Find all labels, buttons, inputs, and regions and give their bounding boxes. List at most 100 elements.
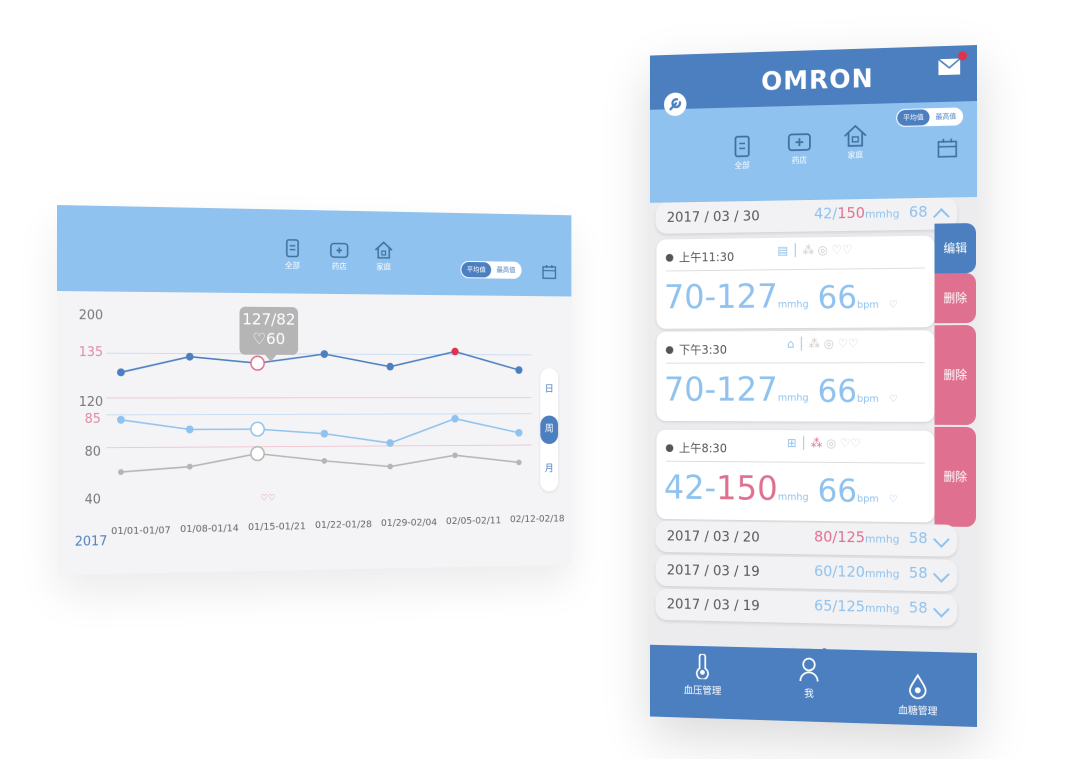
heart-icon: ♡ (888, 299, 898, 311)
day-date: 2017 / 03 / 19 (666, 562, 760, 580)
home-icon (843, 124, 868, 148)
cuff-icon: ◎ (823, 336, 834, 351)
phone-category-home[interactable]: 家庭 (836, 124, 875, 161)
reading-entry[interactable]: 下午3:30 ⌂ │ ⁂ ◎ ♡♡ 70-127mmhg 66bpm ♡ (656, 330, 935, 422)
day-header-collapsed[interactable]: 2017 / 03 / 19 65/125mmhg 58 (655, 588, 958, 627)
day-header-expanded[interactable]: 2017 / 03 / 30 42/150mmhg 68 (655, 197, 958, 234)
data-point-s1-2[interactable] (251, 422, 264, 436)
entry-icons: ⌂ │ ⁂ ◎ ♡♡ (786, 336, 859, 351)
chevron-down-icon[interactable] (933, 600, 950, 618)
phone-avg-max-toggle[interactable]: 平均值 最高值 (896, 107, 964, 127)
tab-me[interactable]: 我 (771, 656, 848, 701)
entry-bp: 70-127mmhg (664, 277, 809, 317)
wrench-icon[interactable] (663, 91, 687, 117)
data-point-s2-0[interactable] (117, 469, 124, 476)
small-heart-mark: ♡♡ (260, 493, 275, 503)
heart-icon: ♡ (888, 494, 898, 506)
hr-unit: bpm (857, 393, 879, 405)
chevron-down-icon[interactable] (933, 565, 950, 583)
cuff-icon: ◎ (817, 243, 828, 257)
series-line-1 (121, 419, 519, 445)
phone-category-label: 家庭 (847, 150, 864, 160)
data-point-s0-1[interactable] (185, 352, 194, 361)
tab-bp-management[interactable]: 血压管理 (665, 653, 740, 698)
delete-button[interactable]: 删除 (934, 426, 977, 527)
posture-icon: ⁂ (810, 436, 823, 451)
entry-divider (665, 362, 925, 364)
series-line-2 (121, 452, 519, 472)
phone-category-label: 药店 (791, 155, 808, 165)
data-point-s0-0[interactable] (117, 368, 125, 377)
bottom-tab-bar: 血压管理 我 血糖管理 (649, 644, 977, 727)
day-header-collapsed[interactable]: 2017 / 03 / 19 60/120mmhg 58 (655, 554, 958, 592)
delete-button[interactable]: 删除 (934, 273, 977, 324)
entry-time: 上午8:30 (666, 439, 727, 456)
tab-label: 血糖管理 (898, 705, 938, 718)
data-point-s2-6[interactable] (516, 459, 522, 466)
day-hr: 58 (908, 598, 928, 617)
phone-category-pharmacy[interactable]: 药店 (780, 129, 818, 166)
data-point-s1-1[interactable] (185, 425, 194, 434)
data-point-s0-2[interactable] (251, 356, 264, 370)
day-header-collapsed[interactable]: 2017 / 03 / 20 80/125mmhg 58 (655, 520, 958, 557)
reading-tooltip: 127/82 ♡60 (239, 306, 299, 355)
irregular-beat-icon: ♡♡ (831, 242, 853, 257)
entry-time: 下午3:30 (666, 341, 727, 358)
data-point-s0-3[interactable] (320, 350, 329, 358)
data-point-s0-5[interactable] (451, 347, 459, 356)
day-summary: 42/150mmhg 68 (814, 203, 928, 223)
period-day[interactable]: 日 (540, 376, 558, 404)
posture-icon: ⁂ (802, 243, 814, 258)
day-unit: mmhg (865, 207, 900, 221)
data-point-s0-6[interactable] (515, 366, 523, 374)
dia-low-ref-line (106, 445, 531, 448)
tab-label: 血压管理 (683, 685, 722, 698)
x-tick-label: 01/08-01/14 (180, 523, 239, 536)
irregular-beat-icon: ♡♡ (839, 436, 861, 451)
mail-icon[interactable] (937, 57, 961, 76)
bp-high-value: 150 (716, 468, 778, 509)
entry-icons: ▤ │ ⁂ ◎ ♡♡ (777, 242, 853, 258)
hr-value: 66 (817, 278, 858, 317)
data-point-s1-4[interactable] (386, 439, 394, 447)
period-week[interactable]: 周 (540, 415, 559, 445)
data-point-s2-4[interactable] (387, 463, 393, 470)
period-month[interactable]: 月 (540, 455, 558, 484)
tooltip-bp: 127/82 (242, 309, 296, 329)
day-hr: 58 (908, 563, 928, 583)
reading-entry[interactable]: 上午8:30 ⊞ │ ⁂ ◎ ♡♡ 42-150mmhg 66bpm ♡ (656, 429, 935, 523)
bp-value: 42- (663, 468, 717, 508)
day-date: 2017 / 03 / 20 (666, 528, 760, 546)
year-label: 2017 (74, 534, 108, 550)
phone-category-all[interactable]: 全部 (723, 134, 761, 171)
tablet-screen: 全部 药店 家庭 平均值 最高值 200 135 120 85 80 40 ♡♡… (57, 205, 572, 575)
toggle-avg[interactable]: 平均值 (897, 109, 930, 126)
data-point-s2-2[interactable] (251, 447, 264, 461)
data-point-s2-1[interactable] (186, 463, 193, 470)
hr-unit: bpm (857, 299, 879, 311)
day-unit: mmhg (865, 601, 900, 616)
x-tick-label: 02/05-02/11 (445, 515, 502, 527)
data-point-s1-6[interactable] (515, 428, 523, 437)
toggle-max[interactable]: 最高值 (930, 108, 963, 125)
x-tick-label: 01/15-01/21 (248, 521, 306, 533)
x-tick-label: 01/29-02/04 (380, 517, 438, 529)
day-date: 2017 / 03 / 30 (666, 208, 760, 226)
person-icon (798, 656, 819, 682)
posture-icon: ⁂ (808, 336, 821, 351)
edit-button[interactable]: 编辑 (934, 223, 977, 274)
data-point-s1-0[interactable] (117, 415, 125, 424)
bp-unit: mmhg (777, 491, 809, 504)
reading-entry[interactable]: 上午11:30 ▤ │ ⁂ ◎ ♡♡ 70-127mmhg 66bpm ♡ (656, 235, 935, 329)
data-point-s1-5[interactable] (451, 414, 459, 423)
data-point-s0-4[interactable] (386, 362, 394, 371)
data-point-s1-3[interactable] (320, 429, 329, 438)
bp-value: 70-127 (663, 370, 778, 410)
data-point-s2-3[interactable] (321, 457, 328, 464)
calendar-icon[interactable] (937, 137, 957, 157)
data-point-s2-5[interactable] (452, 452, 458, 459)
delete-button[interactable]: 删除 (934, 325, 977, 425)
tab-glucose-management[interactable]: 血糖管理 (879, 672, 958, 718)
day-unit: mmhg (865, 567, 900, 581)
chevron-down-icon[interactable] (933, 531, 950, 548)
